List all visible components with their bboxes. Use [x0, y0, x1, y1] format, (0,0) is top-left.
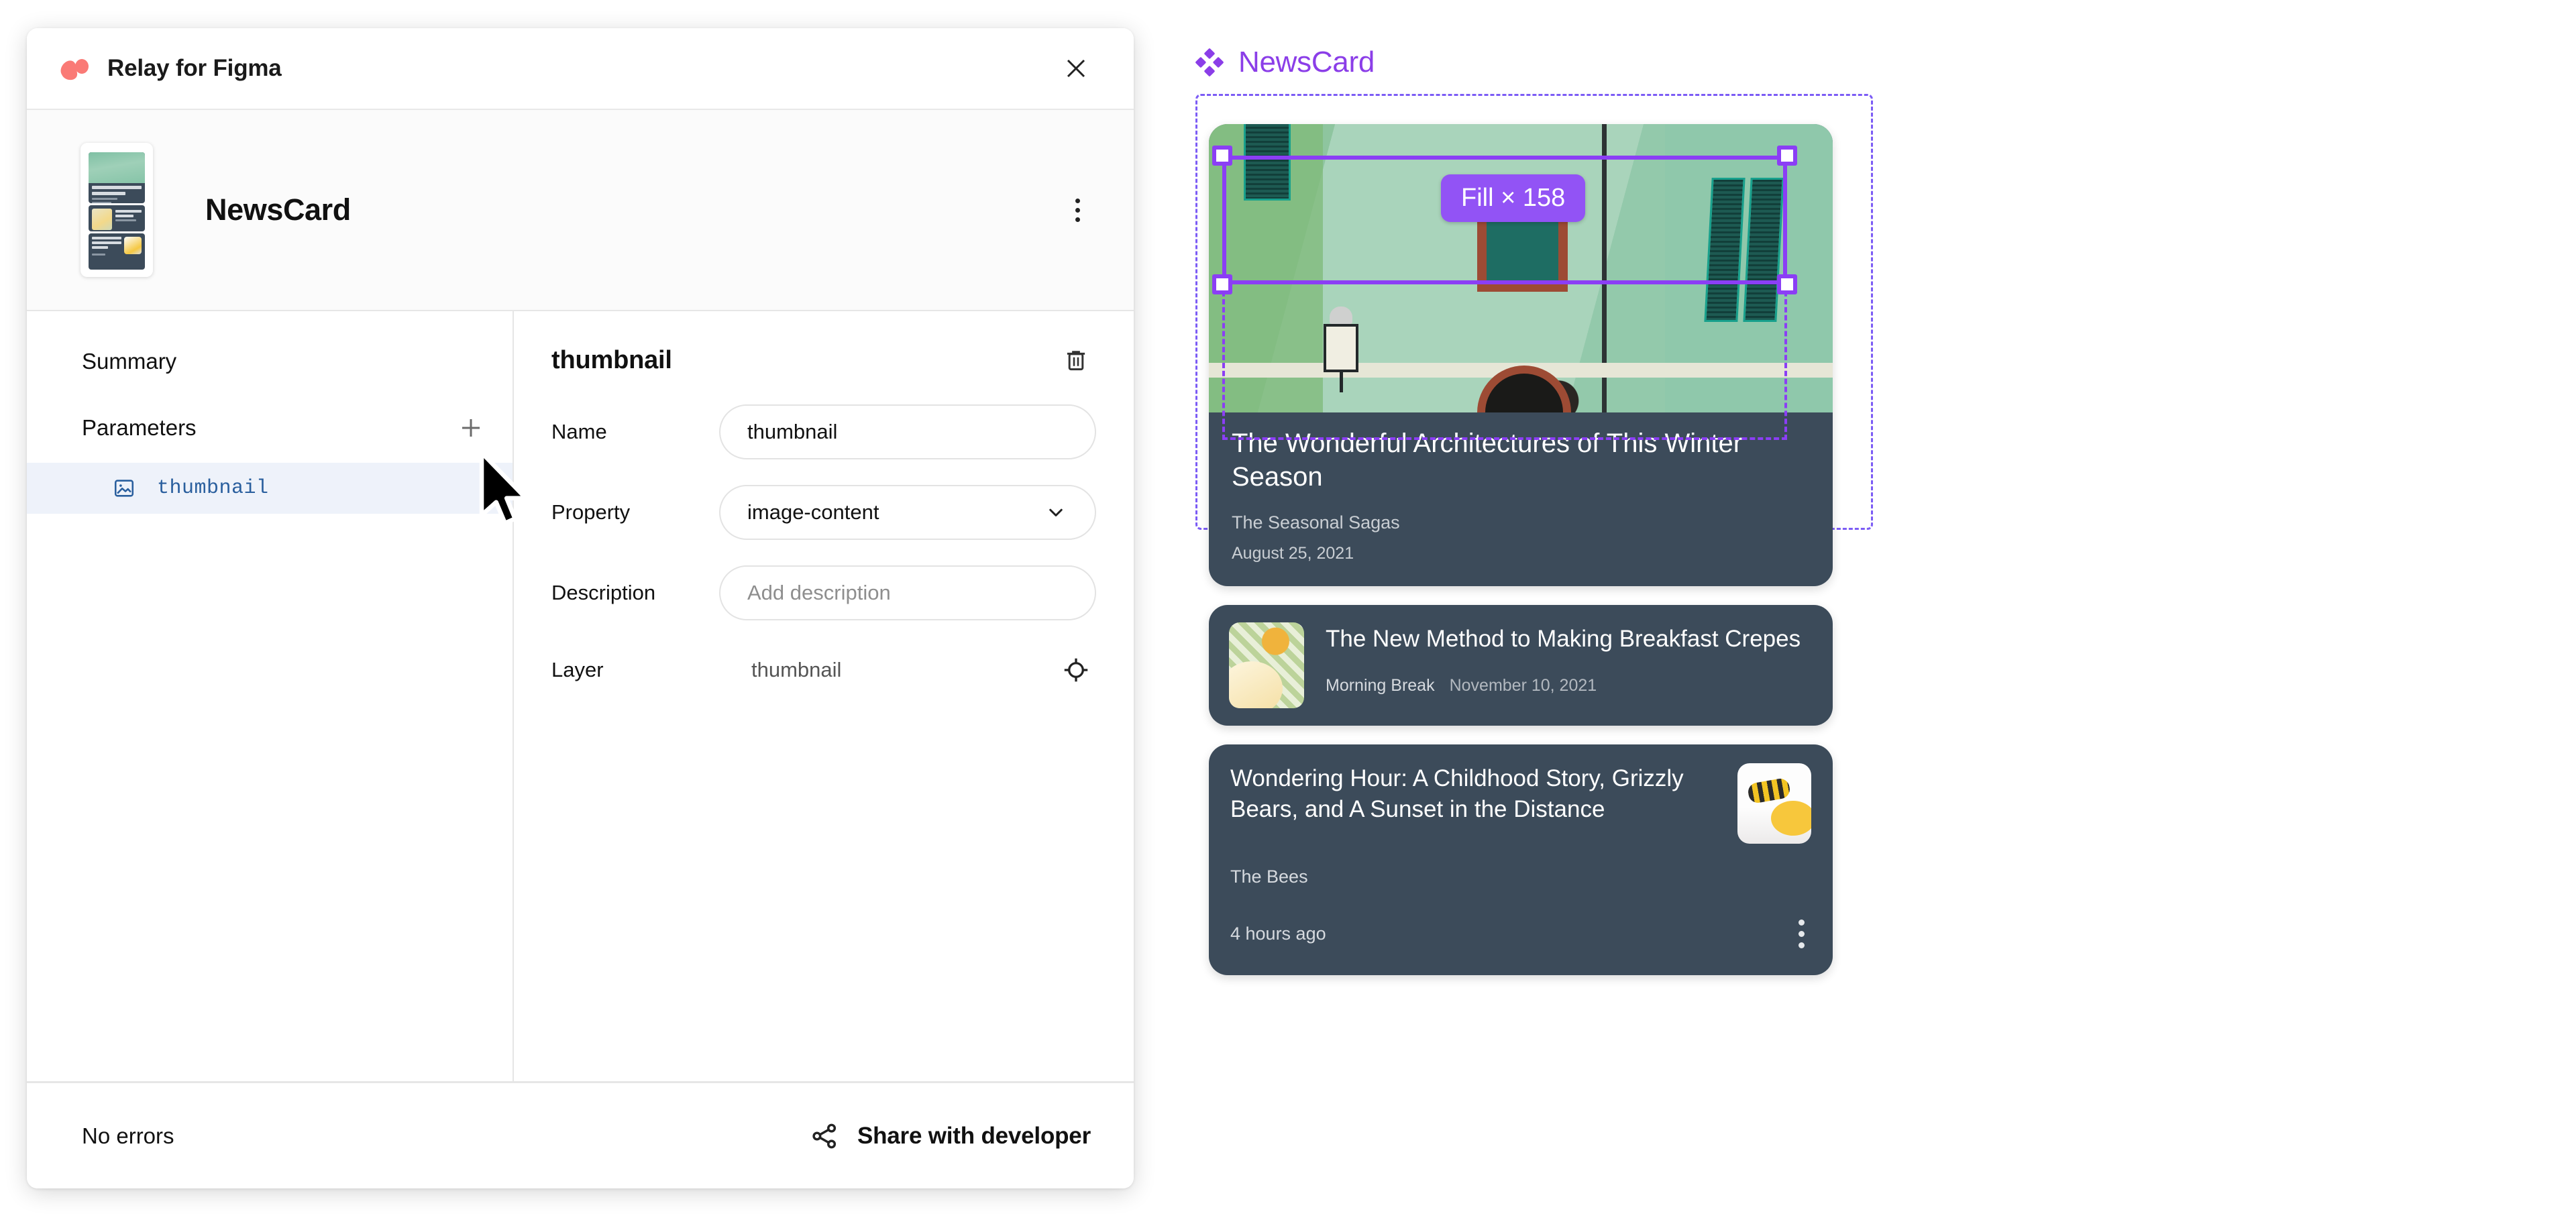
- field-control-name: thumbnail: [719, 404, 1096, 459]
- locate-layer-button[interactable]: [1056, 650, 1096, 690]
- trash-icon: [1067, 351, 1085, 371]
- breakfast-crepes-photo: [1229, 622, 1304, 709]
- close-icon: [1067, 59, 1085, 78]
- field-label-property: Property: [551, 500, 631, 524]
- canvas-component-name: NewsCard: [1238, 46, 1375, 78]
- news-card-1-title: The Wonderful Architectures of This Wint…: [1232, 429, 1743, 492]
- plugin-titlebar: Relay for Figma: [27, 28, 1134, 110]
- parameter-list-item-thumbnail[interactable]: thumbnail: [27, 463, 513, 514]
- kebab-menu-icon: [1799, 920, 1805, 926]
- component-header: NewsCard: [27, 110, 1134, 311]
- field-label-description: Description: [551, 581, 656, 604]
- share-icon: [812, 1123, 836, 1148]
- news-card-3-source: The Bees: [1230, 867, 1308, 887]
- canvas-component-label[interactable]: NewsCard: [1195, 46, 1375, 79]
- fill-count-badge: Fill × 158: [1441, 174, 1586, 222]
- news-card-3-overflow-button[interactable]: [1792, 915, 1811, 952]
- field-row-property: Property image-content: [551, 472, 1096, 553]
- property-select[interactable]: image-content: [719, 485, 1096, 540]
- news-card-3[interactable]: Wondering Hour: A Childhood Story, Grizz…: [1209, 744, 1833, 976]
- field-control-property: image-content: [719, 485, 1096, 540]
- description-input[interactable]: Add description: [719, 565, 1096, 620]
- component-overflow-button[interactable]: [1059, 191, 1096, 229]
- figma-canvas: NewsCard The Wonderful Architectures of …: [1181, 0, 2576, 1226]
- chevron-down-icon: [1049, 508, 1063, 516]
- add-parameter-button[interactable]: [449, 406, 492, 449]
- component-thumbnail-preview: [80, 143, 153, 277]
- panel-left-column: Summary Parameters thumbnail: [27, 311, 514, 1081]
- target-crosshair-icon: [1064, 658, 1088, 682]
- layer-value: thumbnail: [751, 658, 842, 681]
- news-card-3-date: 4 hours ago: [1230, 924, 1326, 944]
- plugin-title: Relay for Figma: [107, 55, 282, 81]
- component-name: NewsCard: [205, 192, 351, 227]
- detail-header: thumbnail: [551, 311, 1096, 392]
- panel-body: Summary Parameters thumbnail thumbnail N…: [27, 311, 1134, 1081]
- image-icon: [114, 480, 134, 497]
- newscard-list: The Wonderful Architectures of This Wint…: [1209, 124, 1833, 994]
- status-text: No errors: [82, 1123, 174, 1148]
- field-row-name: Name thumbnail: [551, 392, 1096, 472]
- screen-root: Relay for Figma NewsCard Summary Paramet…: [0, 0, 2576, 1226]
- figma-component-diamond-icon: [1195, 48, 1224, 76]
- bee-photo: [1737, 763, 1811, 844]
- resize-handle-bottom-left[interactable]: [1212, 274, 1232, 294]
- news-card-3-title: Wondering Hour: A Childhood Story, Grizz…: [1230, 765, 1684, 822]
- name-input[interactable]: thumbnail: [719, 404, 1096, 459]
- parameters-label: Parameters: [82, 415, 197, 440]
- kebab-menu-icon: [1075, 198, 1080, 203]
- field-row-layer: Layer thumbnail: [551, 633, 1096, 707]
- resize-handle-bottom-right[interactable]: [1777, 274, 1797, 294]
- field-row-description: Description Add description: [551, 553, 1096, 633]
- share-button-label: Share with developer: [857, 1122, 1091, 1149]
- delete-parameter-button[interactable]: [1056, 340, 1096, 380]
- news-card-2-source: Morning Break: [1326, 675, 1435, 695]
- parameters-section-header: Parameters: [27, 392, 513, 463]
- relay-plugin-panel: Relay for Figma NewsCard Summary Paramet…: [27, 28, 1134, 1188]
- news-card-2[interactable]: The New Method to Making Breakfast Crepe…: [1209, 605, 1833, 726]
- resize-handle-top-left[interactable]: [1212, 146, 1232, 166]
- relay-logo-icon: [58, 52, 91, 85]
- share-with-developer-button[interactable]: Share with developer: [809, 1121, 1096, 1152]
- green-building-photo: [1209, 124, 1833, 412]
- news-card-1-date: August 25, 2021: [1232, 544, 1354, 563]
- plus-icon: [462, 419, 480, 437]
- news-card-2-date: November 10, 2021: [1449, 675, 1597, 695]
- field-control-description: Add description: [719, 565, 1096, 620]
- panel-footer: No errors Share with developer: [27, 1081, 1134, 1188]
- news-card-1-source: The Seasonal Sagas: [1232, 512, 1400, 533]
- panel-right-column: thumbnail Name thumbnail Property image-…: [514, 311, 1134, 1081]
- news-card-2-title: The New Method to Making Breakfast Crepe…: [1326, 626, 1801, 653]
- property-select-value: image-content: [747, 500, 879, 524]
- parameter-name: thumbnail: [157, 477, 269, 500]
- close-button[interactable]: [1056, 48, 1096, 89]
- resize-handle-top-right[interactable]: [1777, 146, 1797, 166]
- detail-heading: thumbnail: [551, 345, 672, 374]
- field-label-name: Name: [551, 420, 607, 443]
- field-label-layer: Layer: [551, 658, 604, 681]
- summary-section-title: Summary: [82, 349, 177, 374]
